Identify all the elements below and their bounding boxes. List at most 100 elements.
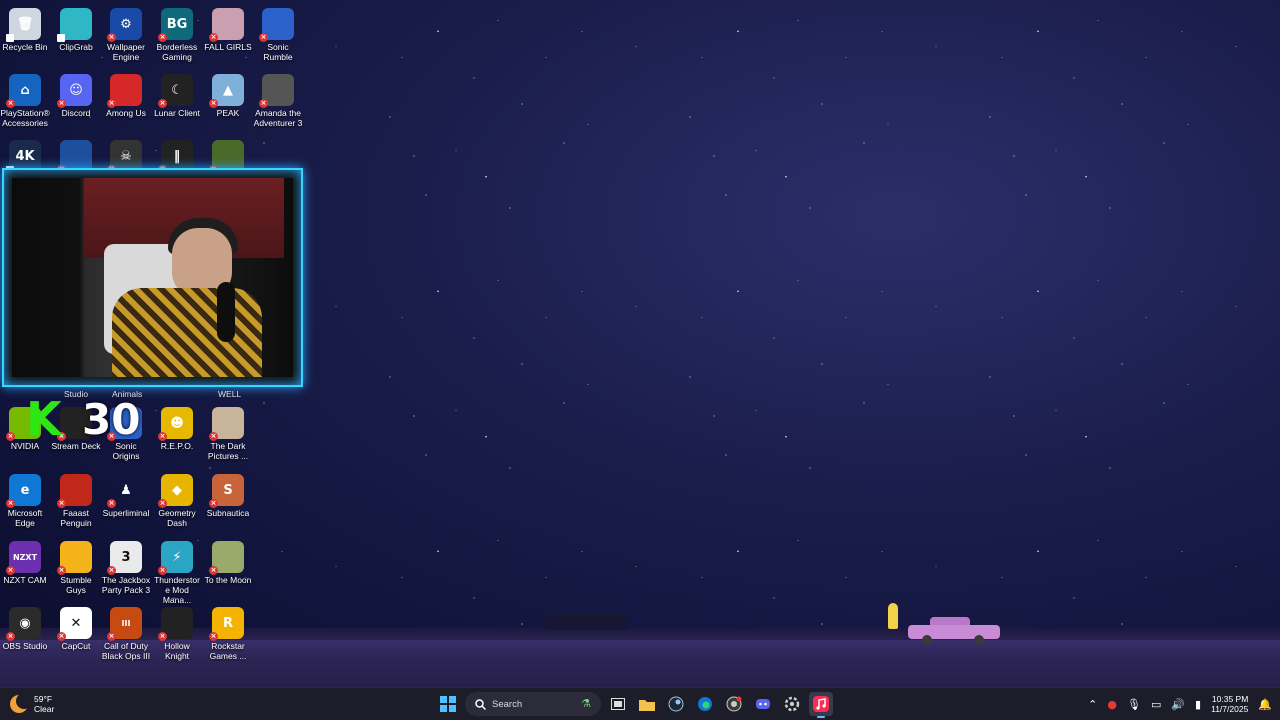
desktop-icon[interactable]: × FALL GIRLS (203, 4, 253, 52)
desktop-icon[interactable]: ClipGrab (51, 4, 101, 52)
desktop-icon-label: CapCut (61, 641, 91, 651)
app-icon: 3 × (107, 541, 142, 575)
desktop-icon-label: ClipGrab (59, 42, 93, 52)
desktop-icon-label: R.E.P.O. (160, 441, 194, 451)
task-view-button[interactable] (606, 692, 630, 716)
desktop-icon[interactable]: × Stumble Guys (51, 537, 101, 595)
desktop-icon-label: Call of Duty Black Ops III (101, 641, 151, 661)
sync-error-icon: × (107, 499, 116, 508)
desktop-icon[interactable]: R × Rockstar Games ... (203, 603, 253, 661)
desktop-icon-label: Sonic Rumble (263, 42, 293, 62)
folder-icon (639, 699, 655, 711)
steam-icon (668, 696, 684, 712)
sync-error-icon: × (209, 432, 218, 441)
sync-error-icon: × (107, 99, 116, 108)
desktop-icon-label: PlayStation® Accessories (0, 108, 50, 128)
sync-error-icon: × (158, 33, 167, 42)
tray-app-icon[interactable]: ● (1107, 698, 1117, 711)
desktop-icon[interactable]: S × Subnautica (203, 470, 253, 518)
desktop-icon[interactable]: ⚡ × Thunderstore Mod Mana... (152, 537, 202, 605)
desktop-icon[interactable]: ▲ × PEAK (203, 70, 253, 118)
desktop-icon[interactable]: ⌂ × PlayStation® Accessories (0, 70, 50, 128)
webcam-overlay: Studio Animals WELL (2, 168, 303, 399)
start-button[interactable] (436, 692, 460, 716)
wallpaper-figure (888, 603, 898, 629)
discord-icon (756, 699, 770, 709)
weather-condition: Clear (34, 704, 55, 714)
desktop-icon[interactable]: e × Microsoft Edge (0, 470, 50, 528)
desktop-icon[interactable]: × Hollow Knight (152, 603, 202, 661)
chrome-icon (726, 696, 742, 712)
wallpaper-car (908, 617, 1000, 645)
steam-button[interactable] (664, 692, 688, 716)
desktop-icon[interactable]: III × Call of Duty Black Ops III (101, 603, 151, 661)
desktop-icon[interactable]: ☺ × Discord (51, 70, 101, 118)
network-icon[interactable]: ▭ (1151, 698, 1161, 711)
desktop-icon[interactable]: BG × Borderless Gaming (152, 4, 202, 62)
desktop-icon[interactable]: ♟ × Superliminal (101, 470, 151, 519)
app-icon: e × (6, 474, 41, 508)
sync-error-icon: × (259, 33, 268, 42)
sync-error-icon: × (6, 632, 15, 641)
volume-icon[interactable]: 🔊 (1171, 698, 1185, 711)
microphone-icon[interactable]: 🎙 (1127, 698, 1141, 711)
sync-error-icon: × (6, 99, 15, 108)
battery-icon[interactable]: ▮ (1195, 698, 1201, 711)
shortcut-arrow-icon (57, 34, 65, 42)
sync-error-icon: × (6, 499, 15, 508)
app-icon: × (259, 74, 294, 108)
wallpaper-mesa (545, 614, 627, 630)
desktop-icon[interactable]: × To the Moon (203, 537, 253, 585)
weather-widget[interactable]: 59°F Clear (10, 692, 54, 716)
windows-icon (440, 696, 456, 712)
search-placeholder: Search (492, 698, 523, 710)
discord-button[interactable] (751, 692, 775, 716)
desktop-icon[interactable]: ☾ × Lunar Client (152, 70, 202, 118)
chrome-button[interactable] (722, 692, 746, 716)
sync-error-icon: × (209, 499, 218, 508)
clock-date: 11/7/2025 (1211, 704, 1249, 714)
desktop-icon-label: To the Moon (204, 575, 252, 585)
desktop-icon[interactable]: × Amanda the Adventurer 3 (253, 70, 303, 128)
desktop-icon-label: Discord (61, 108, 91, 118)
task-view-icon (611, 698, 625, 710)
desktop-icon[interactable]: ⚙ × Wallpaper Engine (101, 4, 151, 62)
settings-button[interactable] (780, 692, 804, 716)
chevron-up-icon[interactable]: ⌃ (1088, 698, 1097, 711)
desktop-icon[interactable]: × The Dark Pictures ... (203, 403, 253, 461)
clock[interactable]: 10:35 PM 11/7/2025 (1211, 694, 1248, 714)
app-icon (57, 8, 92, 42)
app-icon: × (209, 407, 244, 441)
desktop-icon-label: Among Us (106, 108, 146, 118)
sync-error-icon: × (6, 432, 15, 441)
app-icon: ⚙ × (107, 8, 142, 42)
desktop-icon-label: OBS Studio (2, 641, 48, 651)
desktop-icon[interactable]: 3 × The Jackbox Party Pack 3 (101, 537, 151, 595)
desktop-icon-label: Recycle Bin (2, 42, 48, 52)
desktop-icon[interactable]: × Faaast Penguin (51, 470, 101, 528)
music-icon (813, 696, 829, 712)
desktop-icon-label: PEAK (216, 108, 240, 118)
desktop-icon[interactable]: 🗑 Recycle Bin (0, 4, 50, 52)
desktop-icon-label: The Dark Pictures ... (207, 441, 249, 461)
file-explorer-button[interactable] (635, 692, 659, 716)
desktop-icon[interactable]: ✕ × CapCut (51, 603, 101, 651)
edge-button[interactable] (693, 692, 717, 716)
notification-bell-icon[interactable]: 🔔 (1258, 698, 1272, 711)
desktop-icon[interactable]: ☻ × R.E.P.O. (152, 403, 202, 451)
partial-icon-label: WELL (218, 389, 242, 399)
taskbar-search[interactable]: Search ⚗ (465, 692, 601, 716)
desktop-icon[interactable]: × Sonic Rumble (253, 4, 303, 62)
apple-music-button[interactable] (809, 692, 833, 718)
desktop-icon-label: Lunar Client (154, 108, 200, 118)
desktop-icon-label: Stumble Guys (60, 575, 92, 595)
desktop-icon[interactable]: NZXT × NZXT CAM (0, 537, 50, 585)
sync-error-icon: × (57, 499, 66, 508)
desktop-icon[interactable]: ◉ × OBS Studio (0, 603, 50, 651)
desktop-icon[interactable]: ◆ × Geometry Dash (152, 470, 202, 528)
edge-icon (698, 697, 712, 711)
weather-temp: 59°F (34, 694, 53, 704)
desktop-icon[interactable]: × Among Us (101, 70, 151, 118)
sync-error-icon: × (107, 33, 116, 42)
app-icon: ♟ × (107, 482, 132, 508)
